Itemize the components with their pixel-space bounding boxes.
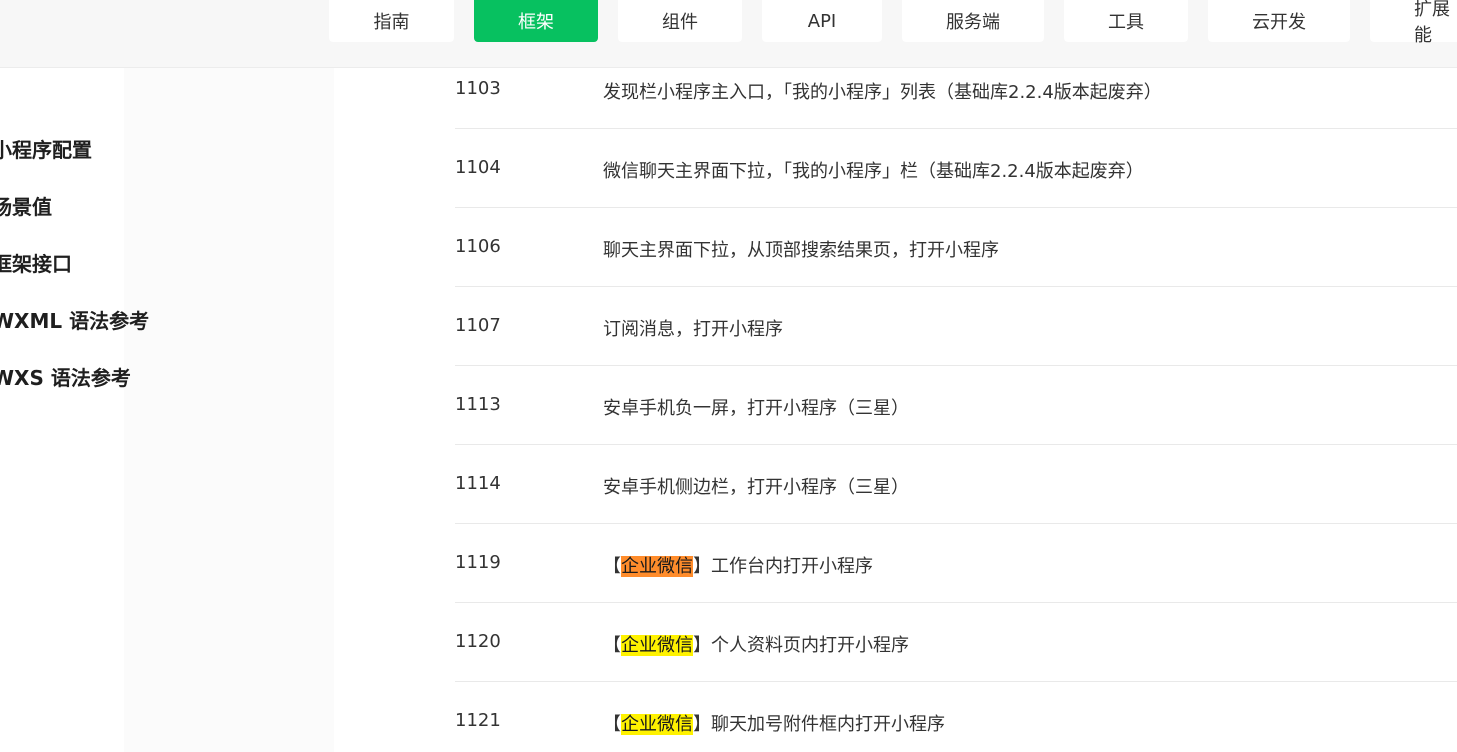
table-row: 1120 【企业微信】个人资料页内打开小程序 xyxy=(455,603,1457,682)
tab-framework[interactable]: 框架 xyxy=(474,0,598,42)
description-rest: 】个人资料页内打开小程序 xyxy=(693,635,909,656)
scene-code: 1113 xyxy=(455,394,501,415)
tab-extensions[interactable]: 扩展能 xyxy=(1370,0,1457,46)
scene-description: 订阅消息，打开小程序 xyxy=(603,319,783,340)
sidebar: 小程序配置 场景值 框架接口 WXML 语法参考 WXS 语法参考 xyxy=(0,68,334,752)
sidebar-shade xyxy=(124,68,334,752)
table-row: 1119 【企业微信】工作台内打开小程序 xyxy=(455,524,1457,603)
tab-guide[interactable]: 指南 xyxy=(329,0,454,42)
tab-components[interactable]: 组件 xyxy=(618,0,742,42)
top-navigation: 指南 框架 组件 API 服务端 工具 云开发 扩展能 xyxy=(0,0,1457,68)
scene-code: 1103 xyxy=(455,78,501,99)
table-row: 1103 发现栏小程序主入口，「我的小程序」列表（基础库2.2.4版本起废弃） xyxy=(455,68,1457,129)
highlight-wecom: 企业微信 xyxy=(621,556,693,577)
scene-description: 安卓手机负一屏，打开小程序（三星） xyxy=(603,398,909,419)
sidebar-item-wxs-reference[interactable]: WXS 语法参考 xyxy=(0,362,131,391)
tab-server[interactable]: 服务端 xyxy=(902,0,1044,42)
table-row: 1106 聊天主界面下拉，从顶部搜索结果页，打开小程序 xyxy=(455,208,1457,287)
scene-description: 安卓手机侧边栏，打开小程序（三星） xyxy=(603,477,909,498)
table-row: 1107 订阅消息，打开小程序 xyxy=(455,287,1457,366)
scene-description: 发现栏小程序主入口，「我的小程序」列表（基础库2.2.4版本起废弃） xyxy=(603,82,1162,103)
scene-code: 1107 xyxy=(455,315,501,336)
bracket-open: 【 xyxy=(603,556,621,577)
scene-description: 微信聊天主界面下拉，「我的小程序」栏（基础库2.2.4版本起废弃） xyxy=(603,161,1144,182)
tab-cloud-dev[interactable]: 云开发 xyxy=(1208,0,1350,42)
tab-api[interactable]: API xyxy=(762,0,882,42)
scene-code: 1121 xyxy=(455,710,501,731)
description-rest: 】聊天加号附件框内打开小程序 xyxy=(693,714,945,735)
sidebar-item-app-config[interactable]: 小程序配置 xyxy=(0,134,92,163)
table-row: 1104 微信聊天主界面下拉，「我的小程序」栏（基础库2.2.4版本起废弃） xyxy=(455,129,1457,208)
scene-code: 1119 xyxy=(455,552,501,573)
description-rest: 】工作台内打开小程序 xyxy=(693,556,873,577)
scene-description: 【企业微信】聊天加号附件框内打开小程序 xyxy=(603,710,945,736)
sidebar-item-wxml-reference[interactable]: WXML 语法参考 xyxy=(0,305,149,334)
table-row: 1114 安卓手机侧边栏，打开小程序（三星） xyxy=(455,445,1457,524)
scene-value-table: 1103 发现栏小程序主入口，「我的小程序」列表（基础库2.2.4版本起废弃） … xyxy=(334,68,1457,752)
scene-description: 【企业微信】个人资料页内打开小程序 xyxy=(603,631,909,657)
highlight-wecom: 企业微信 xyxy=(621,714,693,735)
sidebar-item-scene-values[interactable]: 场景值 xyxy=(0,191,52,220)
bracket-open: 【 xyxy=(603,714,621,735)
scene-code: 1120 xyxy=(455,631,501,652)
highlight-wecom: 企业微信 xyxy=(621,635,693,656)
sidebar-item-framework-api[interactable]: 框架接口 xyxy=(0,248,72,277)
bracket-open: 【 xyxy=(603,635,621,656)
scene-code: 1106 xyxy=(455,236,501,257)
tab-tools[interactable]: 工具 xyxy=(1064,0,1188,42)
table-row: 1113 安卓手机负一屏，打开小程序（三星） xyxy=(455,366,1457,445)
scene-description: 【企业微信】工作台内打开小程序 xyxy=(603,552,873,578)
table-row: 1121 【企业微信】聊天加号附件框内打开小程序 xyxy=(455,682,1457,752)
scene-description: 聊天主界面下拉，从顶部搜索结果页，打开小程序 xyxy=(603,240,999,261)
scene-code: 1114 xyxy=(455,473,501,494)
scene-code: 1104 xyxy=(455,157,501,178)
